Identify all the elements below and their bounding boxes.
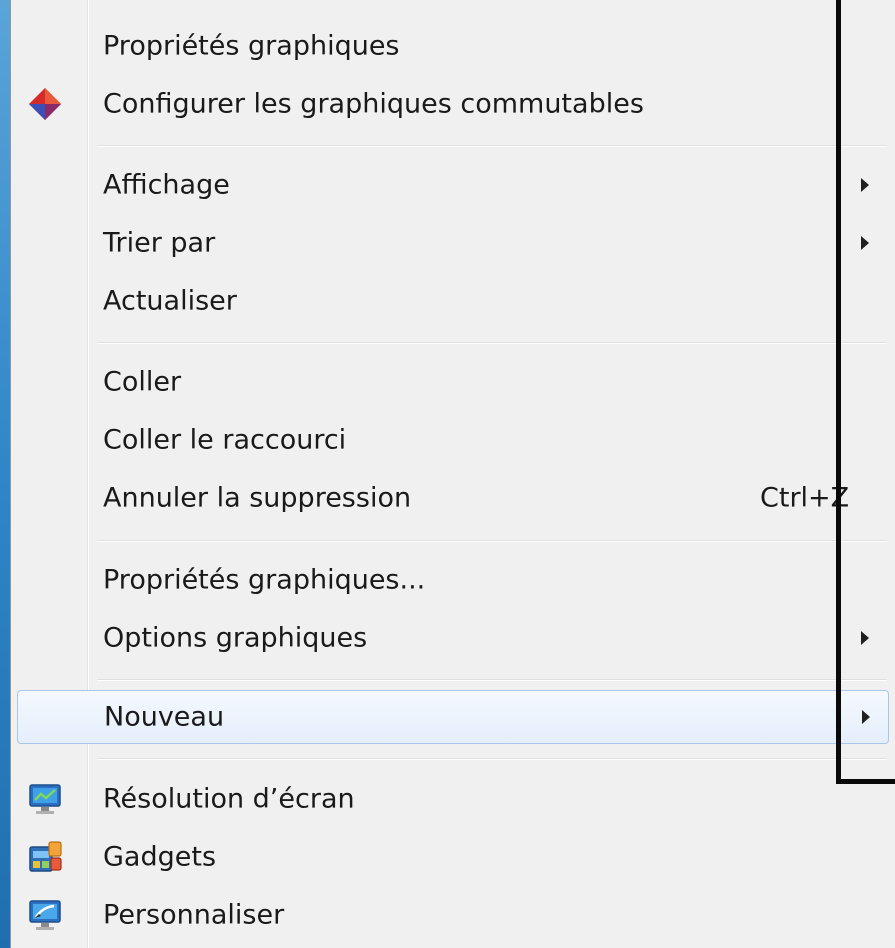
menu-item-label: Propriétés graphiques... (103, 564, 426, 596)
menu-separator (97, 540, 887, 542)
menu-item-label: Propriétés graphiques (103, 30, 400, 62)
menu-item-coller-raccourci[interactable]: Coller le raccourci (17, 413, 889, 467)
menu-item-proprietes-graphiques-dialog[interactable]: Propriétés graphiques... (17, 553, 889, 607)
menu-separator (97, 679, 887, 681)
menu-item-label: Gadgets (103, 841, 217, 873)
menu-item-label: Configurer les graphiques commutables (103, 88, 644, 120)
menu-separator (97, 145, 887, 147)
menu-item-nouveau[interactable]: Nouveau (17, 690, 889, 744)
menu-item-proprietes-graphiques[interactable]: Propriétés graphiques (17, 19, 889, 73)
menu-item-affichage[interactable]: Affichage (17, 158, 889, 212)
context-menu: Propriétés graphiques Configurer les gra… (10, 0, 895, 948)
menu-item-personnaliser[interactable]: Personnaliser (17, 888, 889, 942)
menu-item-label: Nouveau (104, 701, 225, 733)
gadgets-icon (27, 839, 63, 875)
menu-item-label: Résolution d’écran (103, 783, 355, 815)
menu-item-options-graphiques[interactable]: Options graphiques (17, 611, 889, 665)
menu-item-configurer-graphiques-commutables[interactable]: Configurer les graphiques commutables (17, 77, 889, 131)
menu-item-label: Affichage (103, 169, 230, 201)
menu-item-label: Annuler la suppression (103, 482, 412, 514)
menu-separator (97, 342, 887, 344)
menu-item-trier-par[interactable]: Trier par (17, 216, 889, 270)
menu-item-label: Actualiser (103, 285, 237, 317)
menu-item-coller[interactable]: Coller (17, 355, 889, 409)
annotation-highlight-box (836, 0, 895, 784)
menu-item-label: Coller le raccourci (103, 424, 347, 456)
menu-item-gadgets[interactable]: Gadgets (17, 830, 889, 884)
amd-diamond-icon (27, 86, 63, 122)
personalize-monitor-icon (27, 897, 63, 933)
menu-item-annuler-suppression[interactable]: Annuler la suppression Ctrl+Z (17, 471, 889, 525)
menu-item-label: Coller (103, 366, 182, 398)
monitor-resolution-icon (27, 781, 63, 817)
menu-item-label: Personnaliser (103, 899, 285, 931)
menu-separator (97, 758, 887, 760)
menu-item-label: Trier par (103, 227, 216, 259)
menu-item-label: Options graphiques (103, 622, 368, 654)
menu-item-actualiser[interactable]: Actualiser (17, 274, 889, 328)
menu-item-resolution-ecran[interactable]: Résolution d’écran (17, 772, 889, 826)
